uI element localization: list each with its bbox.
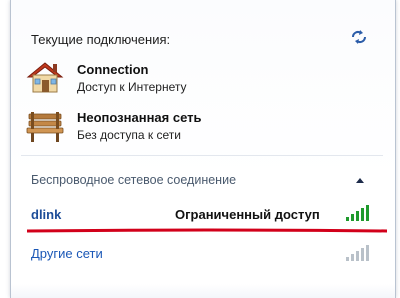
connection-name: Неопознанная сеть xyxy=(77,110,202,125)
refresh-icon[interactable] xyxy=(349,28,369,46)
signal-bar xyxy=(361,208,364,221)
connection-name: Connection xyxy=(77,62,149,77)
red-underline-annotation xyxy=(27,228,387,233)
bench-network-icon xyxy=(26,112,64,142)
signal-bar xyxy=(346,217,349,221)
chevron-up-icon[interactable] xyxy=(355,176,365,184)
house-network-icon xyxy=(26,62,64,93)
signal-bar xyxy=(356,211,359,221)
signal-bar xyxy=(356,251,359,261)
other-networks-link[interactable]: Другие сети xyxy=(31,246,103,261)
signal-strength-icon xyxy=(346,245,369,261)
signal-bar xyxy=(366,205,369,221)
signal-strength-icon xyxy=(346,205,369,221)
connection-status: Без доступа к сети xyxy=(77,128,181,142)
signal-bar xyxy=(361,248,364,261)
signal-bar xyxy=(366,245,369,261)
signal-bar xyxy=(351,254,354,261)
signal-bar xyxy=(346,257,349,261)
network-name-dlink[interactable]: dlink xyxy=(31,207,61,222)
signal-bar xyxy=(351,214,354,221)
bottom-fade xyxy=(11,284,395,298)
current-connections-title: Текущие подключения: xyxy=(31,32,171,47)
network-flyout: Текущие подключения: Connection Доступ к… xyxy=(10,0,396,298)
connection-status: Доступ к Интернету xyxy=(77,80,187,94)
connection-item-unidentified[interactable]: Неопознанная сеть Без доступа к сети xyxy=(25,108,375,148)
network-status-dlink: Ограниченный доступ xyxy=(175,207,320,222)
wireless-section-title: Беспроводное сетевое соединение xyxy=(31,173,237,187)
section-divider xyxy=(21,155,383,156)
connection-item-connection[interactable]: Connection Доступ к Интернету xyxy=(25,60,375,100)
